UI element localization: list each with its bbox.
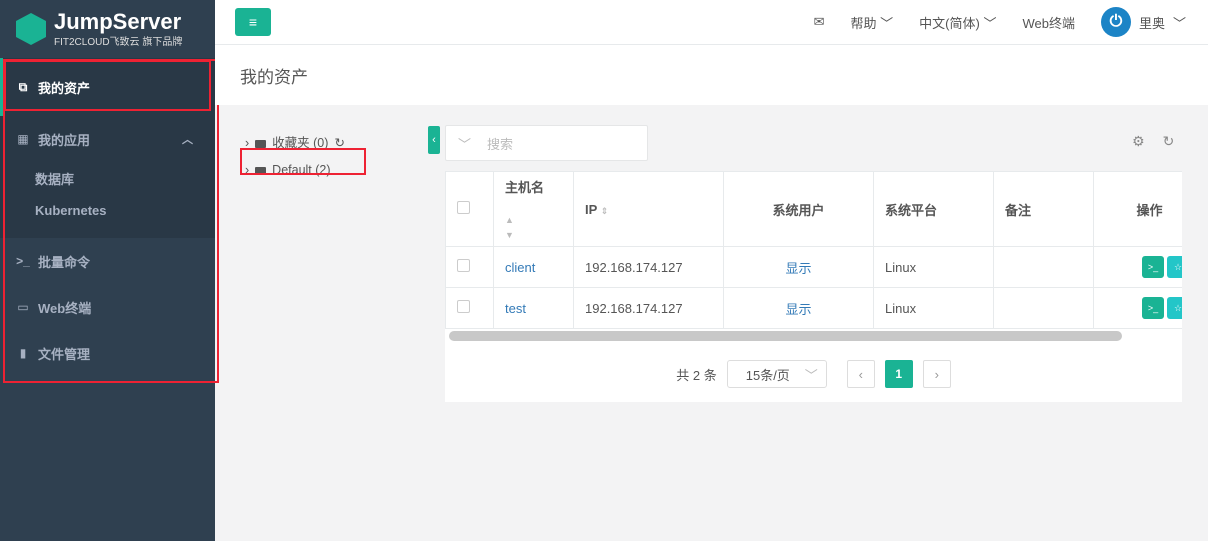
help-menu[interactable]: 帮助 ﹀ (851, 13, 894, 32)
prev-page-button[interactable]: ‹ (846, 360, 875, 388)
comment (993, 287, 1094, 329)
comment (993, 246, 1094, 288)
total-count: 共 2 条 (676, 367, 717, 383)
window-icon: ▭ (17, 300, 29, 314)
collapse-tree-button[interactable]: ‹ (428, 126, 440, 154)
sidebar-subitem-database[interactable]: 数据库 (0, 162, 215, 194)
show-system-user-link[interactable]: 显示 (723, 246, 874, 288)
platform: Linux (873, 246, 994, 288)
topbar: ≡ ✉ 帮助 ﹀ 中文(简体) ﹀ Web终端 ⏻ 里奥 ﹀ (215, 0, 1208, 45)
favorite-button[interactable]: ☆ (1167, 256, 1182, 278)
label: 我的资产 (38, 80, 91, 96)
sidebar-subitem-kubernetes[interactable]: Kubernetes (0, 194, 215, 226)
label: 批量命令 (38, 254, 91, 270)
sidebar: JumpServer FIT2CLOUD飞致云 旗下品牌 ⧉ 我的资产 ▦ 我的应用… (0, 0, 215, 541)
label: 我的应用 (38, 132, 91, 148)
connect-terminal-button[interactable]: >_ (1142, 297, 1164, 319)
search-input[interactable]: ﹀ 搜索 (445, 125, 648, 161)
web-terminal-link[interactable]: Web终端 (1022, 13, 1075, 32)
column-ip[interactable]: IP ⇕ (573, 171, 724, 247)
sort-icon: ▲ ▼ (505, 215, 514, 240)
menu-toggle-button[interactable]: ≡ (235, 8, 271, 36)
file-icon: ▮ (19, 346, 27, 360)
column-hostname[interactable]: 主机名 ▲ ▼ (493, 171, 574, 247)
platform: Linux (873, 287, 994, 329)
page-button[interactable]: 1 (884, 360, 913, 388)
chevron-down-icon: ﹀ (458, 136, 472, 152)
folder-icon (255, 139, 267, 148)
user-menu[interactable]: ⏻ 里奥 ﹀ (1100, 7, 1186, 37)
hostname-link[interactable]: client (493, 246, 574, 288)
language-menu[interactable]: 中文(简体) ﹀ (919, 13, 996, 32)
avatar: ⏻ (1100, 7, 1131, 37)
sidebar-item-batch-command[interactable]: >_ 批量命令 (0, 238, 215, 284)
settings-icon[interactable]: ⚙ (1132, 133, 1145, 150)
sidebar-item-web-terminal[interactable]: ▭ Web终端 (0, 284, 215, 330)
logo[interactable]: JumpServer FIT2CLOUD飞致云 旗下品牌 (0, 0, 215, 58)
ip: 192.168.174.127 (573, 246, 724, 288)
hostname-link[interactable]: test (493, 287, 574, 329)
refresh-icon[interactable]: ↻ (334, 130, 344, 157)
next-page-button[interactable]: › (922, 360, 951, 388)
table-row: client 192.168.174.127 显示 Linux >_ ☆ (445, 246, 1182, 288)
column-platform: 系统平台 (873, 171, 994, 247)
sidebar-item-file-manager[interactable]: ▮ 文件管理 (0, 330, 215, 376)
column-comment: 备注 (993, 171, 1094, 247)
brand-tagline: FIT2CLOUD飞致云 旗下品牌 (54, 36, 183, 48)
assets-icon: ⧉ (18, 79, 28, 94)
tree-node-favorites[interactable]: › 收藏夹 (0) ↻ (245, 130, 345, 157)
table-header: 主机名 ▲ ▼ IP ⇕ 系统用户 系统平台 备注 操作 (445, 171, 1182, 247)
table-row: test 192.168.174.127 显示 Linux >_ ☆ (445, 287, 1182, 329)
refresh-icon[interactable]: ↻ (1163, 133, 1175, 150)
asset-tree: › 收藏夹 (0) ↻ › Default (2) (245, 130, 345, 184)
folder-icon (255, 166, 267, 175)
pagination: 共 2 条 15条/页 ﹀ ‹ 1 › (445, 360, 1182, 388)
favorite-button[interactable]: ☆ (1167, 297, 1182, 319)
logo-icon (16, 13, 46, 45)
row-checkbox[interactable] (457, 300, 470, 313)
label: 文件管理 (38, 346, 91, 362)
connect-terminal-button[interactable]: >_ (1142, 256, 1164, 278)
column-system-user: 系统用户 (723, 171, 874, 247)
asset-table-card: 主机名 ▲ ▼ IP ⇕ 系统用户 系统平台 备注 操作 client 192.16… (445, 171, 1182, 402)
chevron-up-icon: ︿ (182, 134, 193, 146)
mail-icon[interactable]: ✉ (814, 14, 825, 30)
horizontal-scrollbar[interactable] (449, 331, 1122, 341)
terminal-icon: >_ (16, 254, 30, 268)
sort-icon: ⇕ (600, 205, 609, 216)
ip: 192.168.174.127 (573, 287, 724, 329)
asset-table: 主机名 ▲ ▼ IP ⇕ 系统用户 系统平台 备注 操作 client 192.16… (445, 171, 1182, 329)
select-all-checkbox[interactable] (457, 201, 470, 214)
brand-name: JumpServer (54, 8, 182, 34)
sidebar-item-my-apps[interactable]: ▦ 我的应用 ︿ (0, 116, 215, 162)
tree-node-default[interactable]: › Default (2) (245, 157, 345, 184)
sidebar-item-my-assets[interactable]: ⧉ 我的资产 (0, 58, 215, 116)
page-title: 我的资产 (215, 45, 1208, 105)
grid-icon: ▦ (17, 132, 29, 146)
show-system-user-link[interactable]: 显示 (723, 287, 874, 329)
page-size-select[interactable]: 15条/页 ﹀ (726, 360, 827, 388)
column-actions: 操作 (1093, 171, 1182, 247)
label: Web终端 (38, 300, 92, 316)
row-checkbox[interactable] (457, 259, 470, 272)
